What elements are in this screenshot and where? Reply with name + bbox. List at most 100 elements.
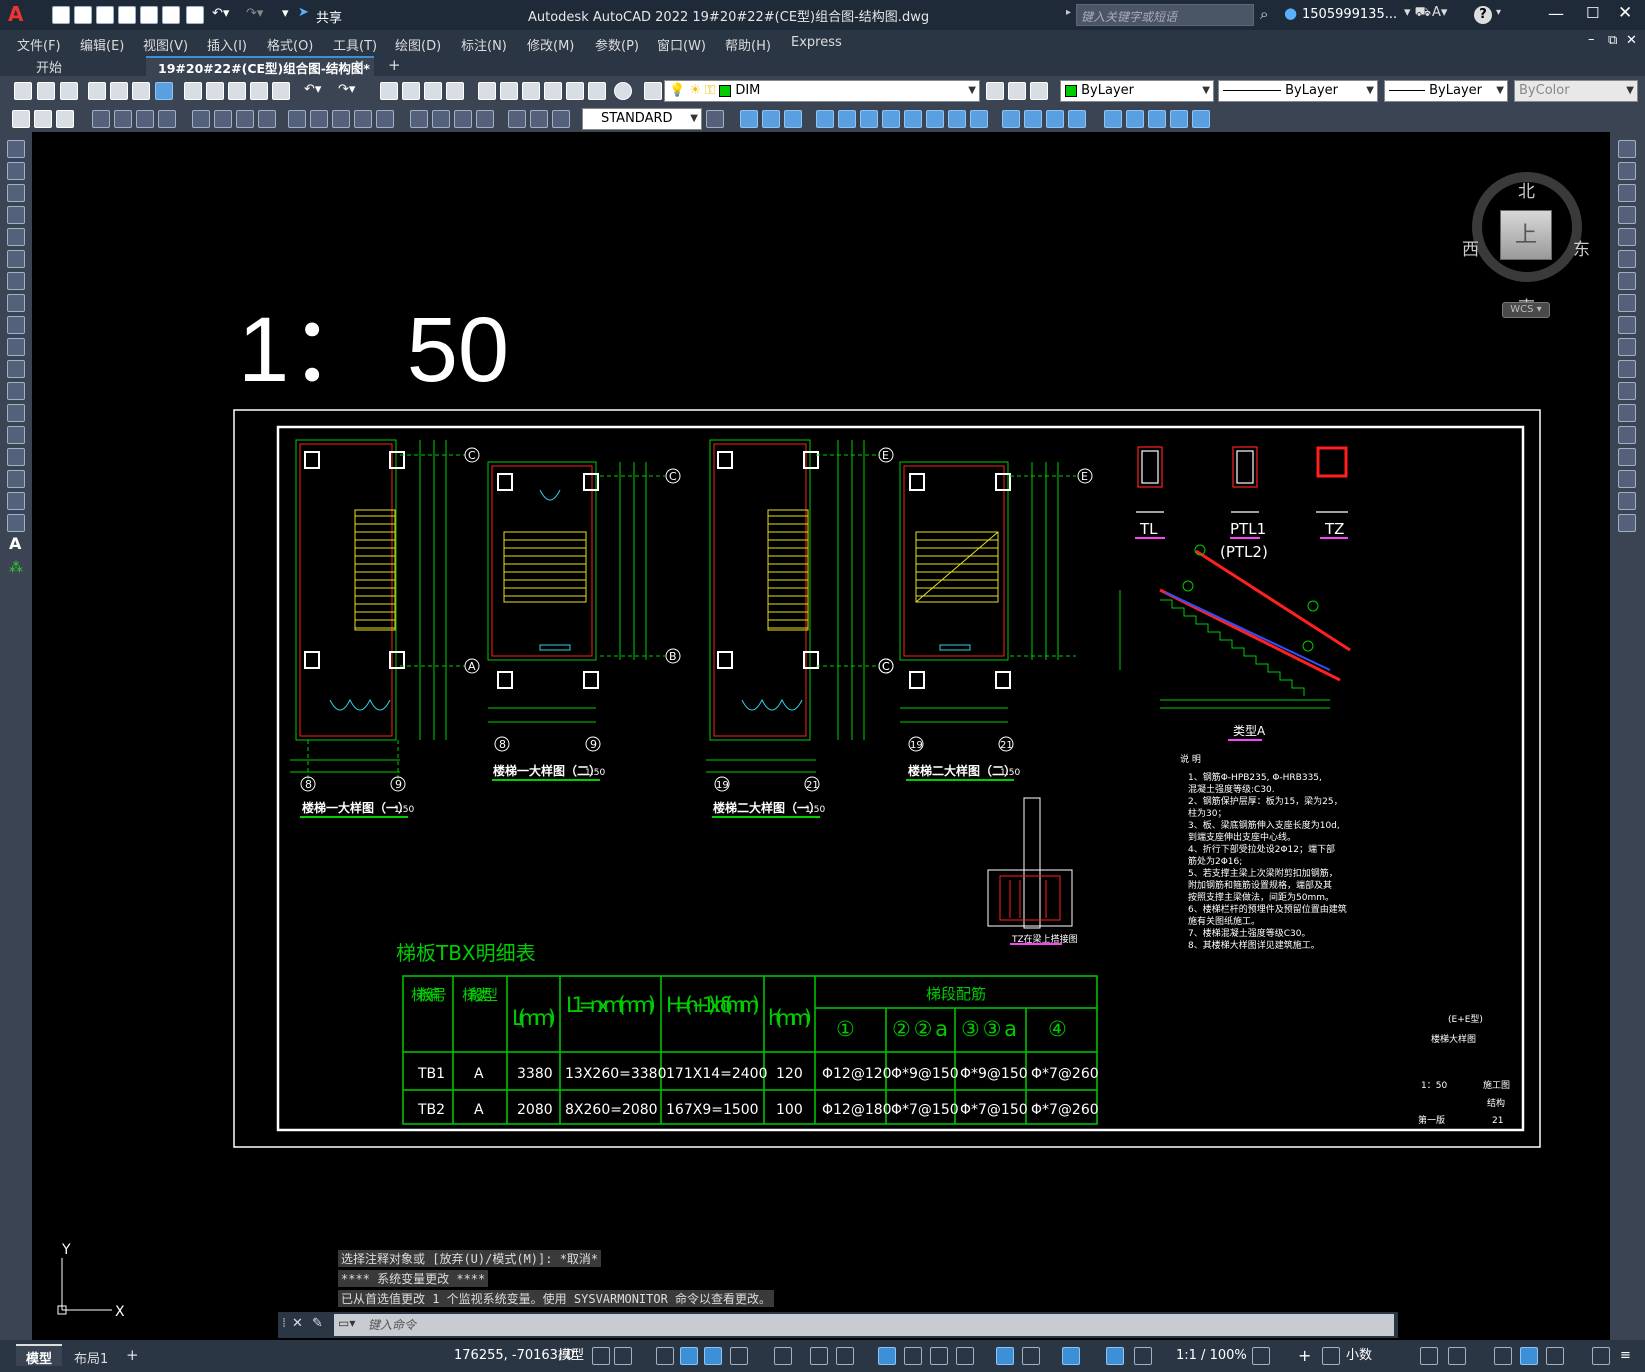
spline-icon[interactable] [7, 316, 25, 334]
print-preview-icon[interactable] [110, 82, 128, 100]
zoom-previous-icon[interactable] [446, 82, 464, 100]
hatch-icon[interactable] [7, 448, 25, 466]
menu-tools[interactable]: 工具(T) [333, 35, 377, 54]
menu-dimension[interactable]: 标注(N) [461, 35, 507, 54]
units-icon[interactable] [1322, 1347, 1340, 1365]
search-icon[interactable]: ⌕ [1260, 5, 1268, 23]
3d-rotate-icon[interactable] [1126, 110, 1144, 128]
menu-format[interactable]: 格式(O) [267, 35, 313, 54]
layer-lock-icon[interactable]: ⚿ [705, 83, 715, 98]
tolerance-icon[interactable] [332, 110, 350, 128]
copy-object-icon[interactable] [1618, 162, 1636, 180]
dim-text-edit-icon[interactable] [454, 110, 472, 128]
ellipse-icon[interactable] [7, 338, 25, 356]
inspection-icon[interactable] [376, 110, 394, 128]
sweep-icon[interactable] [860, 110, 878, 128]
menu-file[interactable]: 文件(F) [17, 35, 61, 54]
model-space-toggle[interactable]: 模型 [558, 1340, 584, 1372]
menu-edit[interactable]: 编辑(E) [80, 35, 124, 54]
redo-toolbar-icon[interactable]: ↷▾ [338, 82, 355, 97]
infer-constraints-icon[interactable] [656, 1347, 674, 1365]
loft-icon[interactable] [882, 110, 900, 128]
design-center-icon[interactable] [500, 82, 518, 100]
make-current-layer-icon[interactable] [986, 82, 1004, 100]
table-icon[interactable] [7, 514, 25, 532]
dim-space-icon[interactable] [288, 110, 306, 128]
chamfer-icon[interactable] [1618, 448, 1636, 466]
quick-dim-icon[interactable] [214, 110, 232, 128]
menu-window[interactable]: 窗口(W) [657, 35, 706, 54]
break-at-point-icon[interactable] [1618, 382, 1636, 400]
solid-sphere-icon[interactable] [784, 110, 802, 128]
menu-modify[interactable]: 修改(M) [527, 35, 574, 54]
units-dropdown[interactable]: 小数 [1346, 1340, 1372, 1372]
dynamic-ucs-icon[interactable] [996, 1347, 1014, 1365]
quick-properties-icon[interactable] [1420, 1347, 1438, 1365]
open-icon[interactable] [74, 6, 92, 24]
menu-insert[interactable]: 插入(I) [207, 35, 247, 54]
fillet-edge-icon[interactable] [1024, 110, 1042, 128]
3d-align-icon[interactable] [1170, 110, 1188, 128]
customize-qat-icon[interactable]: ▾ [282, 6, 289, 21]
isodraft-icon[interactable] [774, 1347, 792, 1365]
undo-icon[interactable]: ↶▾ [212, 6, 229, 21]
dim-diameter-icon[interactable] [158, 110, 176, 128]
status-menu-icon[interactable]: ≡ [1620, 1340, 1631, 1372]
viewcube[interactable]: 上 北 南 东 西 [1462, 162, 1592, 318]
publish-icon[interactable] [132, 82, 150, 100]
object-snap-tracking-icon[interactable] [810, 1347, 828, 1365]
command-close-icon[interactable]: ✕ [292, 1316, 303, 1331]
pan-icon[interactable] [380, 82, 398, 100]
cart-icon[interactable]: ▾ ⛟ [1404, 5, 1431, 22]
paste-icon[interactable] [228, 82, 246, 100]
clean-screen-icon[interactable] [1546, 1347, 1564, 1365]
help-dropdown-icon[interactable]: ▾ [1496, 7, 1501, 18]
dim-style-icon[interactable] [508, 110, 526, 128]
text-style-chevron-down-icon[interactable]: ▼ [690, 109, 698, 129]
subtract-icon[interactable] [926, 110, 944, 128]
polar-tracking-icon[interactable] [730, 1347, 748, 1365]
polyline-icon[interactable] [7, 184, 25, 202]
ortho-icon[interactable] [704, 1347, 722, 1365]
layer-freeze-icon[interactable]: ☀ [689, 83, 701, 98]
linetype-dropdown[interactable]: ByLayer ▼ [1218, 80, 1378, 102]
revolve-icon[interactable] [838, 110, 856, 128]
autodesk-app-icon[interactable]: A▾ [1432, 5, 1447, 20]
drawing-canvas[interactable]: 1： 50 C A 8 9 楼梯一大样图（一） 1:50 C B 8 9 楼梯一… [32, 132, 1610, 1340]
plot-icon[interactable] [186, 6, 204, 24]
tab-close-icon[interactable]: ✕ [354, 58, 365, 73]
cut-icon[interactable] [184, 82, 202, 100]
solid-box-icon[interactable] [740, 110, 758, 128]
layer-chevron-down-icon[interactable]: ▼ [968, 81, 976, 101]
chamfer-edge-icon[interactable] [1046, 110, 1064, 128]
tab-start[interactable]: 开始 [14, 56, 144, 76]
user-icon[interactable]: ● [1284, 4, 1297, 22]
menu-express[interactable]: Express [791, 35, 842, 50]
add-layout-button[interactable]: + [126, 1346, 139, 1364]
union-icon[interactable] [904, 110, 922, 128]
color-chevron-down-icon[interactable]: ▼ [1202, 81, 1210, 101]
text-style-dropdown[interactable]: STANDARD ▼ [582, 108, 702, 130]
viewcube-north[interactable]: 北 [1518, 177, 1535, 202]
lineweight-chevron-down-icon[interactable]: ▼ [1496, 81, 1504, 101]
search-input[interactable]: 键入关键字或短语 [1076, 4, 1254, 26]
scale-icon[interactable] [1618, 294, 1636, 312]
coordinates-readout[interactable]: 176255, -70163, 0 [454, 1340, 574, 1372]
search-arrow-icon[interactable]: ▸ [1066, 7, 1071, 18]
command-input[interactable]: ▭▾ 键入命令 [334, 1314, 1394, 1336]
dim-edit-icon[interactable] [432, 110, 450, 128]
undo-toolbar-icon[interactable]: ↶▾ [304, 82, 321, 97]
construction-line-icon[interactable] [7, 162, 25, 180]
tab-active-drawing[interactable]: 19#20#22#(CE型)组合图-结构图* ✕ [146, 56, 374, 76]
help-icon[interactable]: ? [1474, 6, 1492, 24]
center-mark-icon[interactable] [354, 110, 372, 128]
offset-icon[interactable] [1618, 206, 1636, 224]
color-dropdown[interactable]: ByLayer ▼ [1060, 80, 1214, 102]
doc-minimize-icon[interactable]: – [1588, 32, 1595, 47]
region-icon[interactable] [7, 492, 25, 510]
fillet-icon[interactable] [1618, 470, 1636, 488]
layer-previous-icon[interactable] [1008, 82, 1026, 100]
block-editor-icon[interactable] [272, 82, 290, 100]
doc-close-icon[interactable]: ✕ [1626, 33, 1637, 48]
dim-aligned-icon[interactable] [34, 110, 52, 128]
